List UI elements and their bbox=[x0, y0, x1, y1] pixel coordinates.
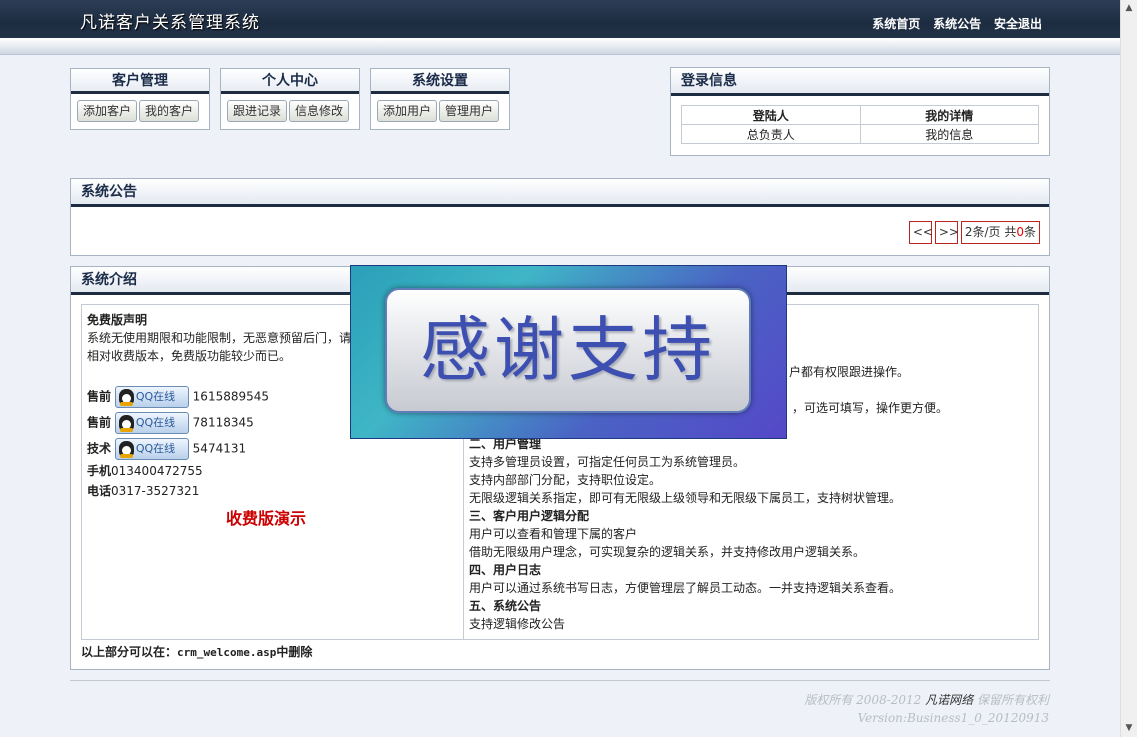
follow-records-button[interactable]: 跟进记录 bbox=[227, 100, 288, 122]
qq-penguin-icon bbox=[118, 415, 134, 432]
header-subbar bbox=[0, 38, 1120, 55]
contact-mobile: 手机013400472755 bbox=[87, 462, 203, 480]
menu-personal: 个人中心 跟进记录 信息修改 bbox=[220, 68, 360, 130]
my-customers-button[interactable]: 我的客户 bbox=[139, 100, 200, 122]
feature-heading: 四、用户日志 bbox=[469, 563, 542, 577]
feature-line: ，可选可填写，操作更方便。 bbox=[792, 401, 949, 415]
thanks-plate: 感谢支持 bbox=[385, 288, 751, 413]
contact-label: 技术 bbox=[87, 441, 112, 456]
nav-notice[interactable]: 系统公告 bbox=[933, 17, 981, 31]
thanks-popup[interactable]: 感谢支持 bbox=[350, 265, 787, 439]
nav-home[interactable]: 系统首页 bbox=[872, 17, 920, 31]
menu-personal-title: 个人中心 bbox=[221, 69, 359, 94]
vertical-scrollbar[interactable]: ▲ ▼ bbox=[1120, 0, 1137, 737]
delete-note-file: crm_welcome.asp bbox=[177, 646, 277, 659]
scroll-down-icon[interactable]: ▼ bbox=[1121, 720, 1137, 737]
login-table: 登陆人 我的详情 总负责人 我的信息 bbox=[681, 105, 1039, 144]
delete-note-prefix: 以上部分可以在： bbox=[81, 645, 178, 659]
notice-panel: 系统公告 << >> 2条/页 共0条 bbox=[70, 178, 1050, 256]
pager-next-button[interactable]: >> bbox=[934, 221, 959, 244]
contact-label: 售前 bbox=[87, 389, 112, 404]
feature-line: 支持多管理员设置，可指定任何员工为系统管理员。 bbox=[469, 455, 746, 469]
tel-number: 0317-3527321 bbox=[111, 484, 200, 498]
copyright-suffix: 保留所有权利 bbox=[976, 693, 1049, 707]
login-info-panel: 登录信息 登陆人 我的详情 总负责人 我的信息 bbox=[670, 67, 1050, 156]
feature-line: 用户可以查看和管理下属的客户 bbox=[469, 527, 638, 541]
tel-label: 电话 bbox=[87, 484, 112, 498]
login-header-detail: 我的详情 bbox=[859, 105, 1039, 125]
copyright: 版权所有 2008-2012 凡诺网络 保留所有权利 Version:Busin… bbox=[804, 691, 1049, 727]
login-user-value: 总负责人 bbox=[681, 124, 861, 144]
delete-note-suffix: 中删除 bbox=[276, 645, 313, 659]
top-nav: 系统首页 系统公告 安全退出 bbox=[863, 15, 1042, 32]
contact-telephone: 电话0317-3527321 bbox=[87, 482, 199, 500]
manage-users-button[interactable]: 管理用户 bbox=[439, 100, 500, 122]
contact-number: 5474131 bbox=[192, 441, 247, 456]
pager: << >> 2条/页 共0条 bbox=[906, 221, 1040, 244]
qq-button-label: QQ在线 bbox=[135, 390, 176, 403]
add-user-button[interactable]: 添加用户 bbox=[377, 100, 438, 122]
qq-online-button[interactable]: QQ在线 bbox=[114, 386, 189, 408]
pager-unit: 条 bbox=[1023, 225, 1036, 239]
menu-settings-title: 系统设置 bbox=[371, 69, 509, 94]
nav-logout[interactable]: 安全退出 bbox=[994, 17, 1042, 31]
contact-label: 售前 bbox=[87, 415, 112, 430]
copyright-brand: 凡诺网络 bbox=[925, 693, 974, 707]
feature-heading: 三、客户用户逻辑分配 bbox=[469, 509, 590, 523]
feature-line: 支持逻辑修改公告 bbox=[469, 617, 566, 631]
menu-customer-title: 客户管理 bbox=[71, 69, 209, 94]
mobile-label: 手机 bbox=[87, 464, 112, 478]
qq-button-label: QQ在线 bbox=[135, 442, 176, 455]
mobile-number: 013400472755 bbox=[111, 464, 203, 478]
top-header: 凡诺客户关系管理系统 系统首页 系统公告 安全退出 bbox=[0, 0, 1120, 38]
paid-demo-link[interactable]: 收费版演示 bbox=[226, 510, 306, 528]
notice-title: 系统公告 bbox=[71, 179, 1049, 207]
login-info-title: 登录信息 bbox=[671, 68, 1049, 96]
contact-presale-2: 售前 QQ在线 78118345 bbox=[87, 412, 254, 434]
menu-settings: 系统设置 添加用户 管理用户 bbox=[370, 68, 510, 130]
qq-button-label: QQ在线 bbox=[135, 416, 176, 429]
contact-tech: 技术 QQ在线 5474131 bbox=[87, 438, 246, 460]
contact-presale-1: 售前 QQ在线 1615889545 bbox=[87, 386, 269, 408]
feature-line: 用户可以通过系统书写日志，方便管理层了解员工动态。一并支持逻辑关系查看。 bbox=[469, 581, 902, 595]
feature-heading: 五、系统公告 bbox=[469, 599, 542, 613]
pager-prev-button[interactable]: << bbox=[908, 221, 933, 244]
feature-line: 无限级逻辑关系指定，即可有无限级上级领导和无限级下属员工，支持树状管理。 bbox=[469, 491, 902, 505]
scroll-up-icon[interactable]: ▲ bbox=[1121, 0, 1137, 17]
version-text: Version:Business1_0_20120913 bbox=[857, 711, 1049, 725]
menu-customer: 客户管理 添加客户 我的客户 bbox=[70, 68, 210, 130]
footer-divider bbox=[70, 680, 1050, 681]
pager-per-page: 2条/页 共 bbox=[964, 225, 1017, 239]
qq-online-button[interactable]: QQ在线 bbox=[114, 412, 189, 434]
delete-note: 以上部分可以在：crm_welcome.asp中删除 bbox=[81, 643, 312, 660]
app-title: 凡诺客户关系管理系统 bbox=[80, 13, 260, 33]
copyright-prefix: 版权所有 2008-2012 bbox=[804, 693, 922, 707]
contact-number: 78118345 bbox=[192, 415, 254, 430]
login-header-user: 登陆人 bbox=[681, 105, 861, 125]
add-customer-button[interactable]: 添加客户 bbox=[77, 100, 138, 122]
qq-penguin-icon bbox=[118, 441, 134, 458]
pager-total: 0 bbox=[1016, 225, 1024, 239]
edit-info-button[interactable]: 信息修改 bbox=[289, 100, 350, 122]
qq-online-button[interactable]: QQ在线 bbox=[114, 438, 189, 460]
contact-number: 1615889545 bbox=[192, 389, 270, 404]
pager-info: 2条/页 共0条 bbox=[960, 221, 1040, 244]
feature-line: 借助无限级用户理念，可实现复杂的逻辑关系，并支持修改用户逻辑关系。 bbox=[469, 545, 866, 559]
thanks-text: 感谢支持 bbox=[420, 309, 716, 391]
feature-line: 户都有权限跟进操作。 bbox=[789, 365, 910, 379]
qq-penguin-icon bbox=[118, 389, 134, 406]
my-info-link[interactable]: 我的信息 bbox=[859, 124, 1039, 144]
feature-line: 支持内部部门分配，支持职位设定。 bbox=[469, 473, 662, 487]
